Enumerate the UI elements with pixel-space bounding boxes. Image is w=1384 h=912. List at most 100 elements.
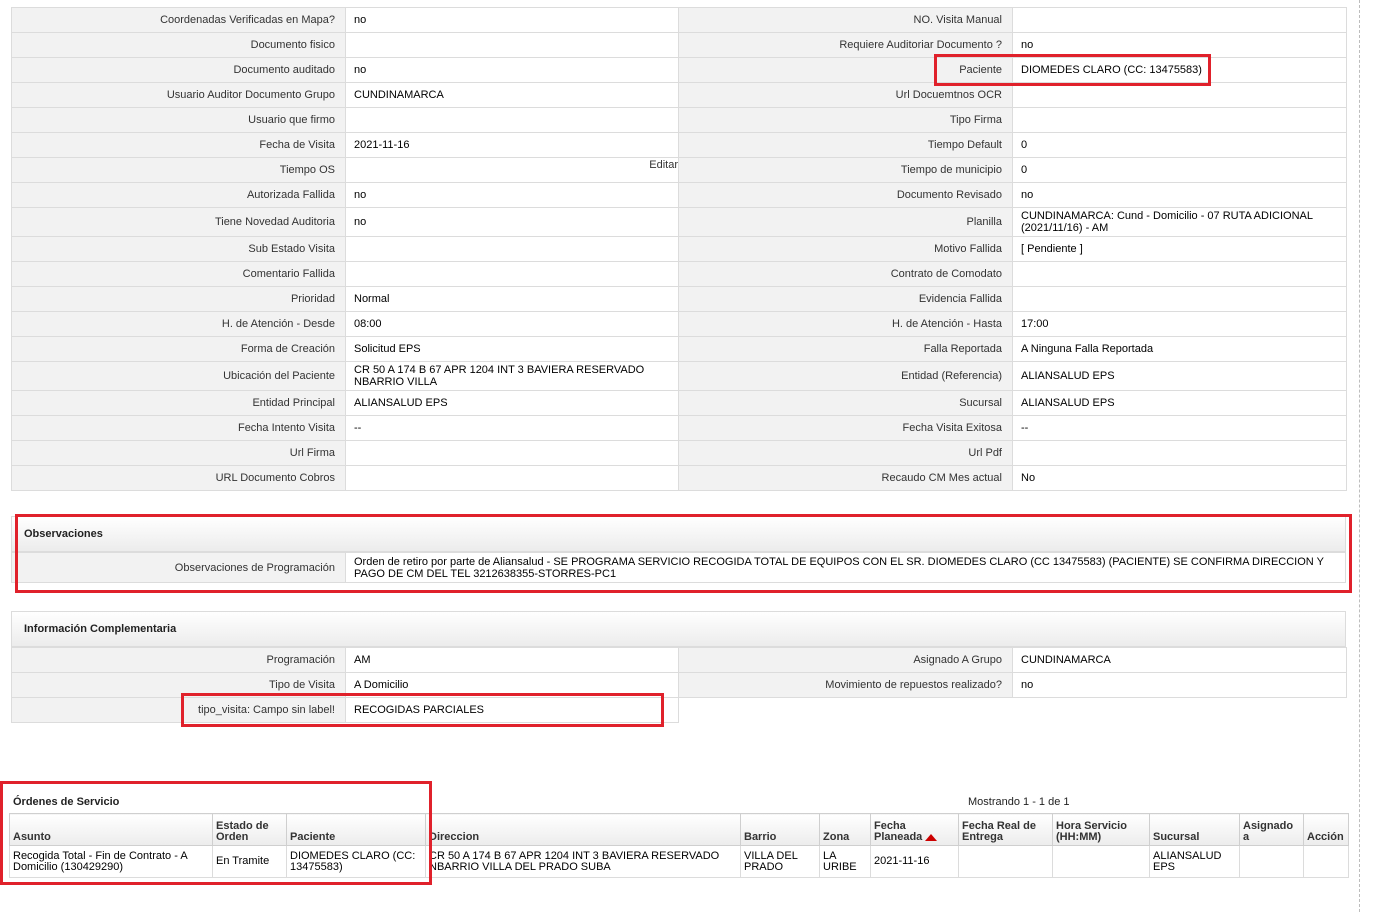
tipo-visita-value: RECOGIDAS PARCIALES: [345, 697, 679, 723]
column-header-barrio[interactable]: Barrio: [740, 813, 820, 846]
fecha-de-visita-value: 2021-11-16: [345, 132, 679, 158]
column-header-label: Barrio: [744, 831, 777, 843]
sort-ascending-icon[interactable]: [925, 833, 938, 841]
detail-row: Forma de Creación Solicitud EPS Falla Repo…: [11, 336, 1347, 362]
asignado-a-grupo-label: Asignado A Grupo: [678, 647, 1013, 673]
observaciones-text: Orden de retiro por parte de Aliansalud …: [345, 552, 1346, 583]
tiempo-de-municipio-label: Tiempo de municipio: [678, 157, 1013, 183]
h-de-atencion-hasta-value: 17:00: [1012, 311, 1347, 337]
column-header-label: Asunto: [13, 831, 51, 843]
h-de-atencion-desde-value: 08:00: [345, 311, 679, 337]
cell-zona: LA URIBE: [819, 845, 871, 878]
forma-de-creacion-value: Solicitud EPS: [345, 336, 679, 362]
coordenadas-verificadas-en-mapa-label: Coordenadas Verificadas en Mapa?: [11, 7, 346, 33]
column-header-label: Acción: [1307, 831, 1344, 843]
table-row[interactable]: Recogida Total - Fin de Contrato - A Dom…: [9, 845, 1349, 878]
detail-row: Documento fisico Requiere Auditoriar Docu…: [11, 32, 1347, 58]
column-header-accion[interactable]: Acción: [1303, 813, 1349, 846]
sucursal-value: ALIANSALUD EPS: [1012, 390, 1347, 416]
motivo-fallida-value: [ Pendiente ]: [1012, 236, 1347, 262]
column-header-asignado-a[interactable]: Asignado a: [1239, 813, 1304, 846]
ubicacion-del-paciente-label: Ubicación del Paciente: [11, 361, 346, 391]
column-header-asunto[interactable]: Asunto: [9, 813, 213, 846]
cell-sucursal: ALIANSALUD EPS: [1149, 845, 1240, 878]
planilla-label: Planilla: [678, 207, 1013, 237]
cell-paciente: DIOMEDES CLARO (CC: 13475583): [286, 845, 426, 878]
complementaria-title: Información Complementaria: [11, 611, 1346, 647]
detail-row: Fecha Intento Visita -- Fecha Visita Exito…: [11, 415, 1347, 441]
detail-row: Tiempo OS Editar Tiempo de municipio 0: [11, 157, 1347, 183]
requiere-auditoriar-documento-label: Requiere Auditoriar Documento ?: [678, 32, 1013, 58]
programacion-label: Programación: [11, 647, 346, 673]
detail-row: Tiene Novedad Auditoria no Planilla CUNDINA…: [11, 207, 1347, 237]
detail-row: Documento auditado no Paciente DIOMEDES CLA…: [11, 57, 1347, 83]
column-header-sucursal[interactable]: Sucursal: [1149, 813, 1240, 846]
planilla-value: CUNDINAMARCA: Cund - Domicilio - 07 RUTA…: [1012, 207, 1347, 237]
tiempo-os-edit-link[interactable]: Editar: [649, 159, 677, 171]
column-header-label: Sucursal: [1153, 831, 1200, 843]
contrato-de-comodato-value: [1012, 261, 1347, 287]
column-header-paciente[interactable]: Paciente: [286, 813, 426, 846]
cell-asunto: Recogida Total - Fin de Contrato - A Dom…: [9, 845, 213, 878]
ordenes-pagination-count: Mostrando 1 - 1 de 1: [968, 796, 1070, 808]
tiempo-os-value: Editar: [345, 157, 679, 183]
column-header-estado-de-orden[interactable]: Estado de Orden: [212, 813, 287, 846]
tipo-visita-label: tipo_visita: Campo sin label!: [11, 697, 346, 723]
cell-direccion: CR 50 A 174 B 67 APR 1204 INT 3 BAVIERA …: [425, 845, 741, 878]
cell-accion: [1303, 845, 1349, 878]
asignado-a-grupo-value: CUNDINAMARCA: [1012, 647, 1347, 673]
visit-detail-table: Coordenadas Verificadas en Mapa? no NO. Vi…: [11, 7, 1347, 491]
detail-row: Sub Estado Visita Motivo Fallida[ Pendien…: [11, 236, 1347, 262]
column-header-fecha-real-de-entrega[interactable]: Fecha Real de Entrega: [958, 813, 1053, 846]
column-header-label: Zona: [823, 831, 850, 843]
documento-fisico-label: Documento fisico: [11, 32, 346, 58]
fecha-visita-exitosa-label: Fecha Visita Exitosa: [678, 415, 1013, 441]
no-visita-manual-label: NO. Visita Manual: [678, 7, 1013, 33]
documento-auditado-label: Documento auditado: [11, 57, 346, 83]
tipo-de-visita-label: Tipo de Visita: [11, 672, 346, 698]
detail-row: Usuario Auditor Documento Grupo CUNDINAMA…: [11, 82, 1347, 108]
column-header-zona[interactable]: Zona: [819, 813, 871, 846]
tiempo-default-value: 0: [1012, 132, 1347, 158]
tiene-novedad-auditoria-value: no: [345, 207, 679, 237]
informacion-complementaria-section: Información Complementaria Programación A…: [11, 611, 1347, 723]
url-pdf-label: Url Pdf: [678, 440, 1013, 466]
url-firma-value: [345, 440, 679, 466]
column-header-label: Fecha Real de Entrega: [962, 820, 1036, 843]
documento-auditado-value: no: [345, 57, 679, 83]
ordenes-table: Asunto Estado de Orden Paciente Direccion Ba…: [9, 813, 1349, 878]
column-header-fecha-planeada[interactable]: Fecha Planeada: [870, 813, 959, 846]
detail-row: Prioridad Normal Evidencia Fallida: [11, 286, 1347, 312]
movimiento-de-repuestos-realizado-value: no: [1012, 672, 1347, 698]
observaciones-label: Observaciones de Programación: [11, 552, 346, 583]
detail-row: H. de Atención - Desde 08:00 H. de Atenció…: [11, 311, 1347, 337]
prioridad-value: Normal: [345, 286, 679, 312]
paciente-value: DIOMEDES CLARO (CC: 13475583): [1012, 57, 1347, 83]
usuario-auditor-documento-grupo-label: Usuario Auditor Documento Grupo: [11, 82, 346, 108]
sub-estado-visita-value: [345, 236, 679, 262]
ubicacion-del-paciente-value: CR 50 A 174 B 67 APR 1204 INT 3 BAVIERA …: [345, 361, 679, 391]
column-header-direccion[interactable]: Direccion: [425, 813, 741, 846]
motivo-fallida-label: Motivo Fallida: [678, 236, 1013, 262]
column-header-label: Paciente: [290, 831, 336, 843]
falla-reportada-label: Falla Reportada: [678, 336, 1013, 362]
cell-hora-servicio-hh-mm: [1052, 845, 1150, 878]
h-de-atencion-hasta-label: H. de Atención - Hasta: [678, 311, 1013, 337]
detail-row: Comentario Fallida Contrato de Comodato: [11, 261, 1347, 287]
column-header-label: Hora Servicio (HH:MM): [1056, 820, 1127, 843]
h-de-atencion-desde-label: H. de Atención - Desde: [11, 311, 346, 337]
detail-row: Autorizada Fallida no Documento Revisado no: [11, 182, 1347, 208]
detail-row: Fecha de Visita 2021-11-16 Tiempo Default 0: [11, 132, 1347, 158]
tiempo-de-municipio-value: 0: [1012, 157, 1347, 183]
detail-row: Ubicación del Paciente CR 50 A 174 B 67 A…: [11, 361, 1347, 391]
fecha-de-visita-label: Fecha de Visita: [11, 132, 346, 158]
column-header-hora-servicio-hh-mm[interactable]: Hora Servicio (HH:MM): [1052, 813, 1150, 846]
page-divider: [1359, 0, 1360, 912]
evidencia-fallida-value: [1012, 286, 1347, 312]
fecha-intento-visita-value: --: [345, 415, 679, 441]
cell-asignado-a: [1239, 845, 1304, 878]
tipo-de-visita-value: A Domicilio: [345, 672, 679, 698]
url-docuemtnos-ocr-label: Url Docuemtnos OCR: [678, 82, 1013, 108]
url-pdf-value: [1012, 440, 1347, 466]
autorizada-fallida-label: Autorizada Fallida: [11, 182, 346, 208]
